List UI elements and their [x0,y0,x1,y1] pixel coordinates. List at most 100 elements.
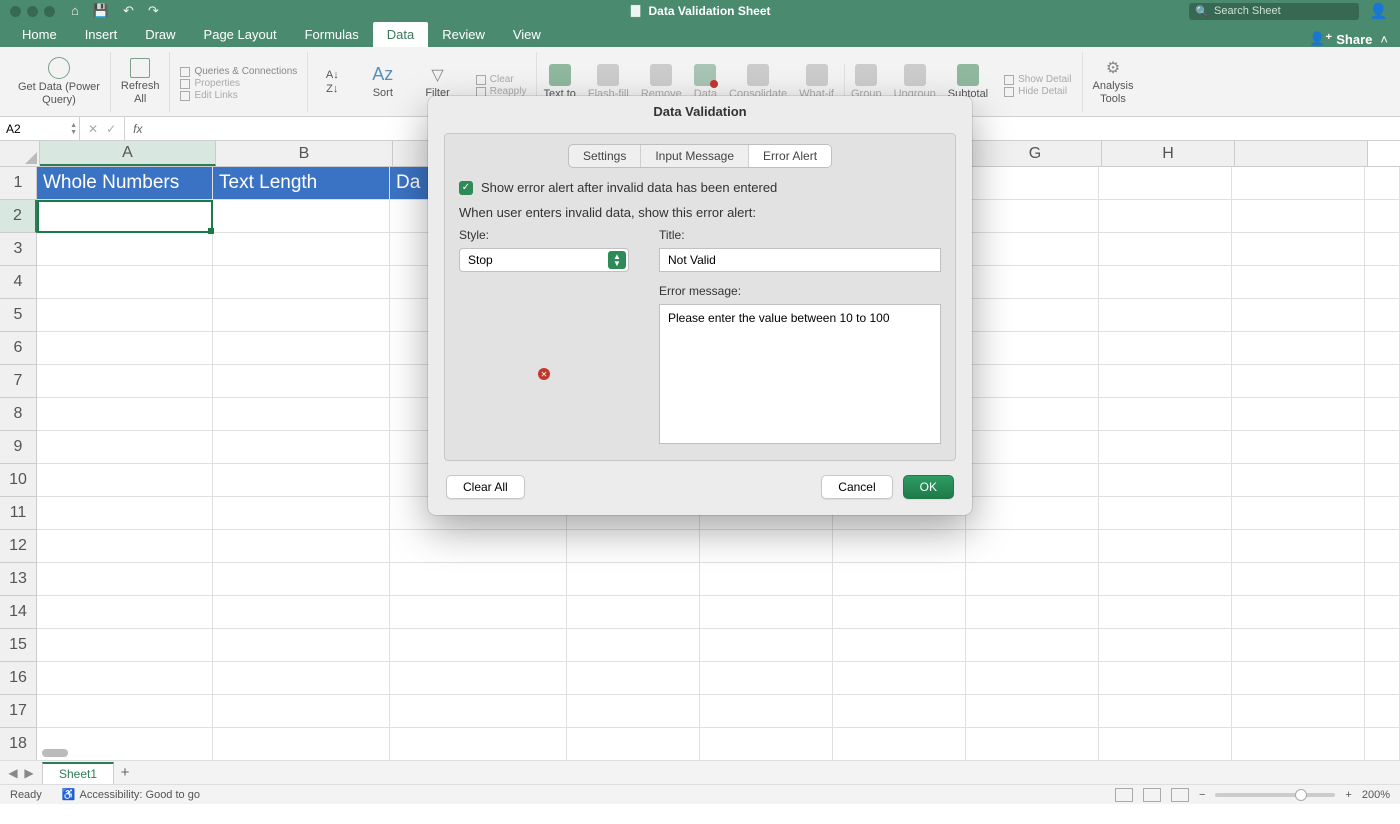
cell-r16-c2[interactable] [213,662,390,695]
cell-r4-c7[interactable] [966,266,1099,299]
close-window-icon[interactable] [10,6,21,17]
col-header-h[interactable]: H [1102,141,1235,166]
cell-r7-c1[interactable] [37,365,213,398]
cell-r14-c2[interactable] [213,596,390,629]
tab-data[interactable]: Data [373,22,428,47]
cell-r13-c3[interactable] [390,563,567,596]
undo-icon[interactable]: ↶ [123,3,134,19]
col-header-a[interactable]: A [40,141,216,166]
subtotal-button[interactable]: Subtotal [942,64,994,100]
cell-r13-c8[interactable] [1099,563,1232,596]
cell-r9-c8[interactable] [1099,431,1232,464]
row-header-18[interactable]: 18 [0,728,37,760]
sheet-nav-next-icon[interactable]: ▶ [22,766,36,780]
tab-draw[interactable]: Draw [131,22,189,47]
ribbon-collapse-icon[interactable]: ˄ [1380,32,1388,47]
cell-r7-c2[interactable] [213,365,390,398]
cell-r2-c1[interactable] [37,200,213,233]
sort-desc-icon[interactable]: Z↓ [326,83,339,95]
text-to-columns-button[interactable]: Text to [537,64,581,100]
data-validation-button[interactable]: Data [688,64,723,100]
cell-r18-c6[interactable] [833,728,966,760]
cell-r2-c9[interactable] [1232,200,1365,233]
hscroll-thumb[interactable] [42,749,68,757]
cell-r14-c5[interactable] [700,596,833,629]
cell-r16-c7[interactable] [966,662,1099,695]
dialog-tab-error-alert[interactable]: Error Alert [749,145,831,167]
remove-duplicates-button[interactable]: Remove [635,64,688,100]
cell-r13-c4[interactable] [567,563,700,596]
search-input[interactable]: 🔍 Search Sheet [1189,3,1359,20]
cell-r13-c10[interactable] [1365,563,1400,596]
cell-r5-c9[interactable] [1232,299,1365,332]
cell-r2-c7[interactable] [966,200,1099,233]
cell-r5-c7[interactable] [966,299,1099,332]
cell-r8-c1[interactable] [37,398,213,431]
what-if-button[interactable]: What-if [793,64,845,100]
cell-r4-c2[interactable] [213,266,390,299]
tab-view[interactable]: View [499,22,555,47]
cell-r18-c8[interactable] [1099,728,1232,760]
cell-r17-c8[interactable] [1099,695,1232,728]
cell-r6-c7[interactable] [966,332,1099,365]
cell-r16-c4[interactable] [567,662,700,695]
sort-button[interactable]: Aᴢ Sort [366,64,399,99]
view-normal-icon[interactable] [1115,788,1133,802]
fx-label[interactable]: fx [125,122,142,136]
cell-r16-c1[interactable] [37,662,213,695]
cell-r11-c1[interactable] [37,497,213,530]
accessibility-status[interactable]: ♿ Accessibility: Good to go [62,788,200,801]
cell-r2-c2[interactable] [213,200,390,233]
cell-r1-c8[interactable] [1099,167,1232,200]
cell-r15-c6[interactable] [833,629,966,662]
cell-r18-c7[interactable] [966,728,1099,760]
zoom-level[interactable]: 200% [1362,789,1390,801]
refresh-all-button[interactable]: Refresh All [111,52,171,112]
share-button[interactable]: 👤⁺ Share [1309,31,1372,47]
cell-r17-c4[interactable] [567,695,700,728]
cell-r3-c9[interactable] [1232,233,1365,266]
col-header-g[interactable]: G [969,141,1102,166]
tab-review[interactable]: Review [428,22,499,47]
cell-r17-c3[interactable] [390,695,567,728]
row-header-11[interactable]: 11 [0,497,37,530]
cell-r14-c9[interactable] [1232,596,1365,629]
queries-connections-button[interactable]: Queries & Connections [180,66,297,77]
cell-r1-c10[interactable] [1365,167,1400,200]
add-sheet-button[interactable]: + [114,764,136,781]
cell-r12-c2[interactable] [213,530,390,563]
cell-r5-c2[interactable] [213,299,390,332]
cell-r10-c9[interactable] [1232,464,1365,497]
cell-r17-c6[interactable] [833,695,966,728]
zoom-thumb[interactable] [1295,789,1307,801]
cell-r2-c10[interactable] [1365,200,1400,233]
zoom-in-button[interactable]: + [1345,789,1351,801]
cell-r16-c8[interactable] [1099,662,1232,695]
cell-r1-c7[interactable] [966,167,1099,200]
cancel-button[interactable]: Cancel [821,475,892,499]
sort-asc-icon[interactable]: A↓ [326,69,339,81]
cell-r11-c2[interactable] [213,497,390,530]
ungroup-button[interactable]: Ungroup [888,64,942,100]
row-header-16[interactable]: 16 [0,662,37,695]
dialog-tab-input-message[interactable]: Input Message [641,145,749,167]
cell-r3-c7[interactable] [966,233,1099,266]
cell-r10-c10[interactable] [1365,464,1400,497]
row-header-15[interactable]: 15 [0,629,37,662]
row-header-14[interactable]: 14 [0,596,37,629]
get-data-button[interactable]: Get Data (Power Query) [8,52,111,112]
cell-r12-c9[interactable] [1232,530,1365,563]
cell-r10-c8[interactable] [1099,464,1232,497]
cell-r17-c10[interactable] [1365,695,1400,728]
name-box[interactable]: A2 ▲▼ [0,117,80,140]
row-header-2[interactable]: 2 [0,200,37,233]
style-select[interactable]: Stop ▲▼ [459,248,629,272]
cell-r14-c10[interactable] [1365,596,1400,629]
cell-r13-c9[interactable] [1232,563,1365,596]
flash-fill-button[interactable]: Flash-fill [582,64,635,100]
cell-r7-c8[interactable] [1099,365,1232,398]
cell-r8-c10[interactable] [1365,398,1400,431]
cell-r18-c2[interactable] [213,728,390,760]
cell-r1-c2[interactable]: Text Length [213,167,390,200]
cell-r5-c8[interactable] [1099,299,1232,332]
